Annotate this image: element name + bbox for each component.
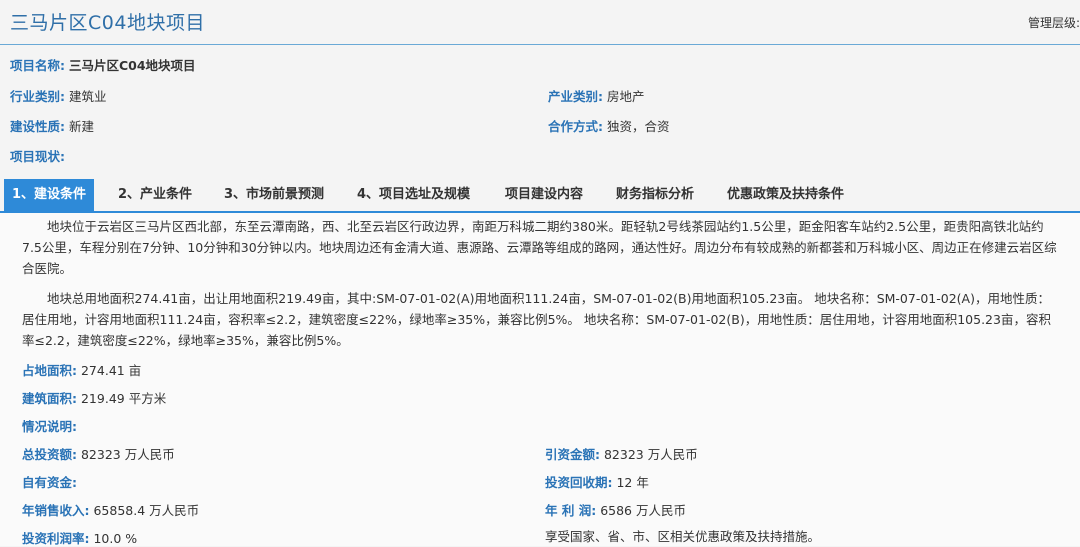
cooperation-row: 合作方式: 独资，合资	[548, 116, 670, 135]
build-area-label: 建筑面积:	[22, 391, 77, 406]
cooperation-label: 合作方式:	[548, 119, 603, 134]
own-funds-row: 自有资金:	[22, 472, 77, 491]
annual-profit-value: 6586 万人民币	[600, 503, 686, 518]
tab-site-and-scale[interactable]: 4、项目选址及规模	[357, 179, 470, 211]
annual-sales-value: 65858.4 万人民币	[93, 503, 200, 518]
cooperation-value: 独资，合资	[606, 119, 670, 134]
policy-text-value: 享受国家、省、市、区相关优惠政策及扶持措施。	[545, 529, 821, 544]
build-area-value: 219.49 平方米	[80, 391, 167, 406]
tab-market-forecast[interactable]: 3、市场前景预测	[224, 179, 324, 211]
project-name-value: 三马片区C04地块项目	[68, 58, 196, 73]
description-label: 情况说明:	[22, 419, 77, 434]
area-row: 占地面积: 274.41 亩	[22, 360, 141, 379]
location-paragraph: 地块位于云岩区三马片区西北部，东至云潭南路，西、北至云岩区行政边界，南距万科城二…	[22, 219, 1057, 276]
tab-bar: 1、建设条件 2、产业条件 3、市场前景预测 4、项目选址及规模 项目建设内容 …	[0, 179, 1080, 213]
total-investment-row: 总投资额: 82323 万人民币	[22, 444, 175, 463]
sector-row: 产业类别: 房地产	[548, 86, 645, 105]
project-name-row: 项目名称: 三马片区C04地块项目	[10, 55, 196, 74]
industry-label: 行业类别:	[10, 89, 65, 104]
tab-construction-content[interactable]: 项目建设内容	[505, 179, 583, 211]
page-title: 三马片区C04地块项目	[10, 12, 205, 34]
page-header: 三马片区C04地块项目 管理层级:	[0, 0, 1080, 45]
tab-industry-conditions[interactable]: 2、产业条件	[118, 179, 192, 211]
policy-text: 享受国家、省、市、区相关优惠政策及扶持措施。	[545, 526, 820, 545]
roi-row: 投资利润率: 10.0 %	[22, 528, 137, 547]
industry-value: 建筑业	[68, 89, 107, 104]
own-funds-label: 自有资金:	[22, 475, 77, 490]
area-label: 占地面积:	[22, 363, 77, 378]
sector-label: 产业类别:	[548, 89, 603, 104]
nature-label: 建设性质:	[10, 119, 65, 134]
payback-label: 投资回收期:	[545, 475, 613, 490]
total-investment-label: 总投资额:	[22, 447, 77, 462]
sector-value: 房地产	[606, 89, 645, 104]
payback-row: 投资回收期: 12 年	[545, 472, 649, 491]
nature-row: 建设性质: 新建	[10, 116, 94, 135]
attracted-investment-label: 引资金额:	[545, 447, 600, 462]
status-row: 项目现状:	[10, 146, 65, 165]
tab-financial-analysis[interactable]: 财务指标分析	[616, 179, 694, 211]
tab-content-panel: 地块位于云岩区三马片区西北部，东至云潭南路，西、北至云岩区行政边界，南距万科城二…	[0, 213, 1080, 546]
status-label: 项目现状:	[10, 149, 65, 164]
total-investment-value: 82323 万人民币	[80, 447, 175, 462]
annual-profit-label: 年 利 润:	[545, 503, 597, 518]
description-row: 情况说明:	[22, 416, 77, 435]
roi-value: 10.0 %	[93, 531, 138, 546]
roi-label: 投资利润率:	[22, 531, 90, 546]
area-value: 274.41 亩	[80, 363, 142, 378]
tab-construction-conditions[interactable]: 1、建设条件	[4, 179, 95, 211]
annual-sales-row: 年销售收入: 65858.4 万人民币	[22, 500, 199, 519]
build-area-row: 建筑面积: 219.49 平方米	[22, 388, 166, 407]
land-paragraph: 地块总用地面积274.41亩，出让用地面积219.49亩，其中:SM-07-01…	[22, 291, 1051, 348]
industry-row: 行业类别: 建筑业	[10, 86, 107, 105]
annual-profit-row: 年 利 润: 6586 万人民币	[545, 500, 686, 519]
annual-sales-label: 年销售收入:	[22, 503, 90, 518]
attracted-investment-value: 82323 万人民币	[603, 447, 698, 462]
management-level-label: 管理层级:	[1027, 16, 1080, 30]
project-name-label: 项目名称:	[10, 58, 65, 73]
payback-value: 12 年	[616, 475, 649, 490]
tab-preferential-policies[interactable]: 优惠政策及扶持条件	[727, 179, 844, 211]
attracted-investment-row: 引资金额: 82323 万人民币	[545, 444, 698, 463]
nature-value: 新建	[68, 119, 94, 134]
